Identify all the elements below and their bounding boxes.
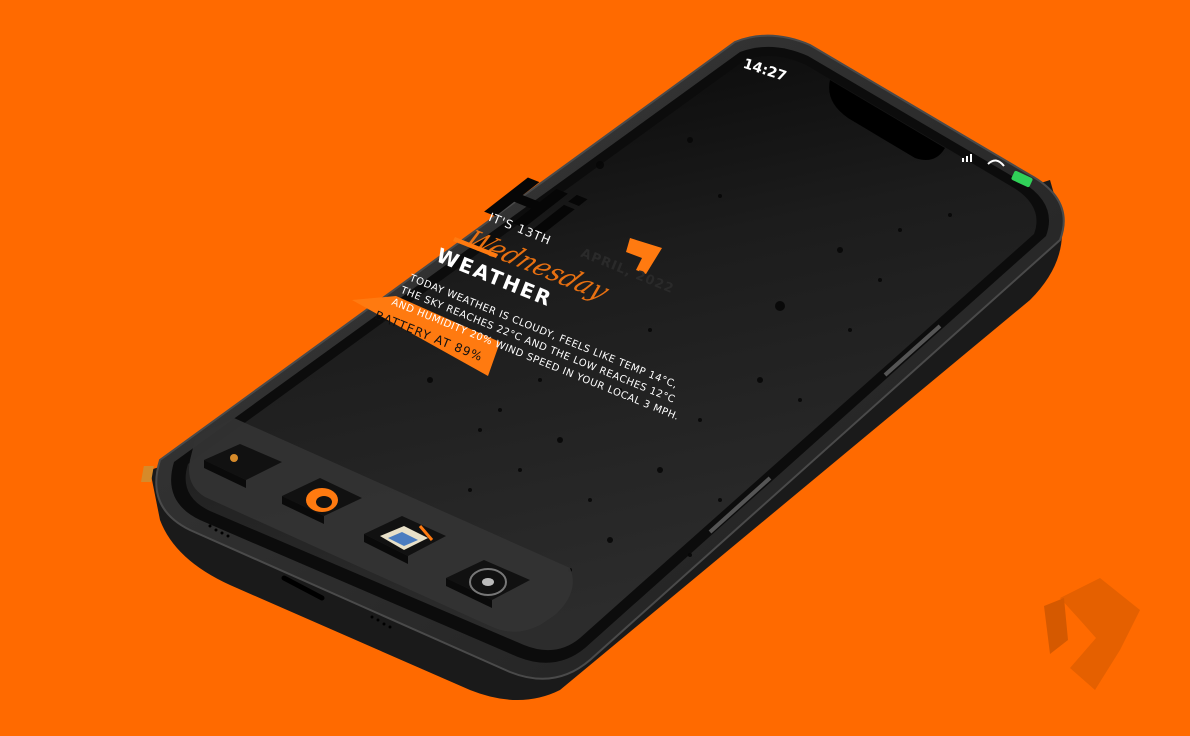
watermark-logo [1044,578,1140,690]
stage: Hi 14:27 IT'S 13TH Wednesday APRIL, 2022… [0,0,1190,736]
